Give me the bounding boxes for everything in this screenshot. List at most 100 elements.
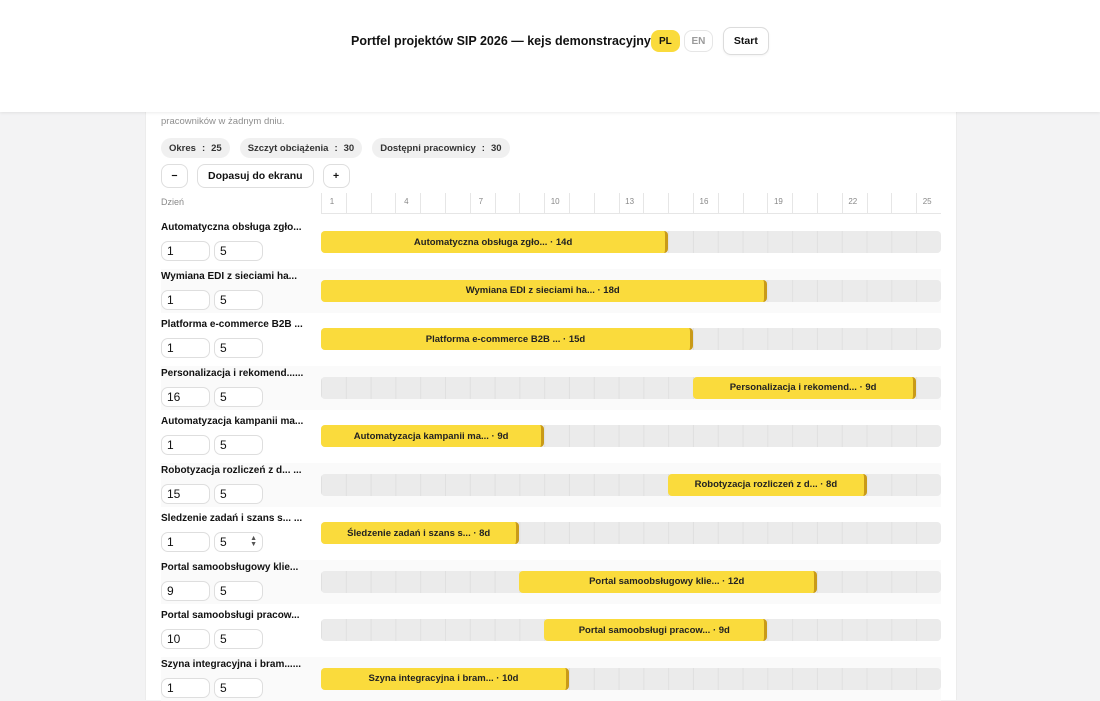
project-name: Personalizacja i rekomend...... bbox=[161, 367, 304, 379]
description-text: pracowników w żadnym dniu. bbox=[161, 116, 285, 127]
timeline-tick: 10 bbox=[544, 193, 560, 213]
timeline-track: Automatyczna obsługa zgło... · 14d bbox=[321, 231, 941, 253]
timeline-tick bbox=[593, 193, 595, 213]
project-name: Automatyzacja kampanii ma... bbox=[161, 416, 304, 427]
tick-label: 10 bbox=[550, 197, 560, 206]
project-bar[interactable]: Automatyczna obsługa zgło... · 14d bbox=[321, 231, 669, 253]
timeline-axis: 1 4 7 10 13 16 19 22 25 bbox=[321, 193, 941, 214]
start-day-value: 1 bbox=[167, 438, 174, 452]
tick-label: 25 bbox=[922, 197, 932, 206]
tick-label: 16 bbox=[699, 197, 709, 206]
workers-value: 5 bbox=[220, 680, 227, 695]
project-bar[interactable]: Wymiana EDI z sieciami ha... · 18d bbox=[321, 279, 768, 302]
project-bar[interactable]: Szyna integracyjna i bram... · 10d bbox=[321, 667, 569, 690]
stepper-icon[interactable]: ▲ ▼ bbox=[250, 535, 257, 548]
timeline-tick: 25 bbox=[916, 193, 932, 213]
timeline-track: Portal samoobsługowy klie... · 12d bbox=[321, 570, 941, 593]
timeline-tick bbox=[643, 193, 645, 213]
start-day-value: 15 bbox=[167, 486, 181, 501]
start-day-input[interactable]: 1 bbox=[161, 338, 210, 358]
stat-chip-peak-load: Szczyt obciążenia:30 bbox=[239, 138, 363, 158]
timeline-track: Personalizacja i rekomend... · 9d bbox=[321, 376, 941, 399]
project-row: Automatyczna obsługa zgło... 1 5 Automatycz… bbox=[161, 220, 941, 264]
start-button[interactable]: Start bbox=[722, 27, 769, 55]
project-row: Robotyzacja rozliczeń z d... ... 15 5 Robot… bbox=[161, 462, 941, 507]
start-day-input[interactable]: 15 bbox=[161, 483, 210, 504]
project-bar[interactable]: Śledzenie zadań i szans s... · 8d bbox=[321, 522, 520, 544]
timeline-tick bbox=[569, 193, 570, 213]
stat-value: 30 bbox=[343, 142, 355, 154]
workers-input[interactable]: 5 bbox=[214, 289, 263, 310]
start-day-value: 1 bbox=[167, 292, 174, 307]
timeline-track: Portal samoobsługi pracow... · 9d bbox=[321, 619, 941, 641]
stat-label: Szczyt obciążenia bbox=[247, 142, 329, 154]
timeline-tick bbox=[742, 193, 744, 213]
project-bar[interactable]: Platforma e-commerce B2B ... · 15d bbox=[321, 328, 693, 350]
project-bar[interactable]: Portal samoobsługi pracow... · 9d bbox=[544, 619, 768, 641]
timeline-tick bbox=[494, 193, 496, 213]
project-row: Platforma e-commerce B2B ... 1 5 Platforma … bbox=[161, 317, 941, 361]
workers-input[interactable]: 5 bbox=[214, 677, 263, 698]
project-bar[interactable]: Automatyzacja kampanii ma... · 9d bbox=[321, 425, 545, 447]
lang-pl-button[interactable]: PL bbox=[650, 30, 680, 52]
page-title: Portfel projektów SIP 2026 — kejs demons… bbox=[351, 34, 651, 48]
workers-input[interactable]: 5 bbox=[214, 483, 263, 504]
start-day-input[interactable]: 1 bbox=[161, 435, 210, 455]
timeline-tick: 13 bbox=[618, 193, 634, 213]
timeline-track: Automatyzacja kampanii ma... · 9d bbox=[321, 425, 941, 447]
project-name: Robotyzacja rozliczeń z d... ... bbox=[161, 464, 302, 476]
zoom-out-button[interactable]: − bbox=[161, 164, 188, 188]
workers-input[interactable]: 5 bbox=[214, 338, 263, 358]
project-name: Platforma e-commerce B2B ... bbox=[161, 319, 303, 330]
start-day-input[interactable]: 1 bbox=[161, 241, 210, 261]
project-name: Portal samoobsługowy klie... bbox=[161, 561, 299, 573]
project-row: Automatyzacja kampanii ma... 1 5 Automatyza… bbox=[161, 414, 941, 458]
workers-input[interactable]: 5 bbox=[214, 580, 263, 601]
stat-chip-available-workers: Dostępni pracownicy:30 bbox=[372, 138, 510, 158]
start-day-input[interactable]: 10 bbox=[161, 629, 210, 649]
workers-value: 5 bbox=[220, 535, 227, 549]
stat-chip-period: Okres:25 bbox=[161, 138, 230, 158]
project-bar[interactable]: Portal samoobsługowy klie... · 12d bbox=[519, 570, 817, 593]
project-bar[interactable]: Personalizacja i rekomend... · 9d bbox=[693, 376, 917, 399]
workers-input[interactable]: 5 bbox=[214, 629, 263, 649]
workers-value: 5 bbox=[220, 341, 227, 355]
fit-to-screen-button[interactable]: Dopasuj do ekranu bbox=[197, 164, 314, 188]
start-day-input[interactable]: 16 bbox=[161, 386, 210, 407]
start-day-input[interactable]: 9 bbox=[161, 580, 210, 601]
project-bar[interactable]: Robotyzacja rozliczeń z d... · 8d bbox=[668, 473, 867, 496]
day-column-label: Dzień bbox=[161, 197, 185, 207]
project-row: Portal samoobsługi pracow... 10 5 Portal sa… bbox=[161, 608, 941, 652]
project-row: Personalizacja i rekomend...... 16 5 Person… bbox=[161, 365, 941, 410]
timeline-tick bbox=[866, 193, 868, 213]
workers-input[interactable]: 5 bbox=[214, 241, 263, 261]
stat-label: Okres bbox=[169, 142, 196, 154]
header-controls: Portfel projektów SIP 2026 — kejs demons… bbox=[351, 27, 769, 55]
start-day-value: 9 bbox=[167, 583, 174, 598]
timeline-tick: 7 bbox=[469, 193, 483, 213]
start-day-input[interactable]: 1 bbox=[161, 532, 210, 552]
workers-value: 5 bbox=[220, 389, 227, 404]
timeline-tick bbox=[345, 193, 347, 213]
timeline-tick bbox=[370, 193, 372, 213]
project-name: Śledzenie zadań i szans s... ... bbox=[161, 513, 303, 524]
stat-value: 30 bbox=[490, 142, 502, 154]
start-day-input[interactable]: 1 bbox=[161, 677, 210, 698]
start-day-value: 1 bbox=[167, 341, 174, 355]
project-name: Szyna integracyjna i bram...... bbox=[161, 658, 302, 670]
tick-label: 7 bbox=[478, 197, 484, 206]
start-day-value: 1 bbox=[167, 680, 174, 695]
start-day-input[interactable]: 1 bbox=[161, 289, 210, 310]
timeline-track: Wymiana EDI z sieciami ha... · 18d bbox=[321, 279, 941, 302]
project-name: Wymiana EDI z sieciami ha... bbox=[161, 270, 297, 282]
workers-input[interactable]: 5 ▲ ▼ bbox=[214, 532, 263, 552]
workers-input[interactable]: 5 bbox=[214, 386, 263, 407]
lang-en-button[interactable]: EN bbox=[683, 30, 713, 52]
start-day-value: 1 bbox=[167, 244, 174, 258]
tick-label: 13 bbox=[625, 197, 635, 206]
tick-label: 19 bbox=[773, 197, 783, 206]
project-row: Śledzenie zadań i szans s... ... 1 5 ▲ ▼ Śled… bbox=[161, 511, 941, 555]
workers-input[interactable]: 5 bbox=[214, 435, 263, 455]
timeline-tick: 22 bbox=[841, 193, 857, 213]
zoom-in-button[interactable]: + bbox=[322, 164, 350, 188]
